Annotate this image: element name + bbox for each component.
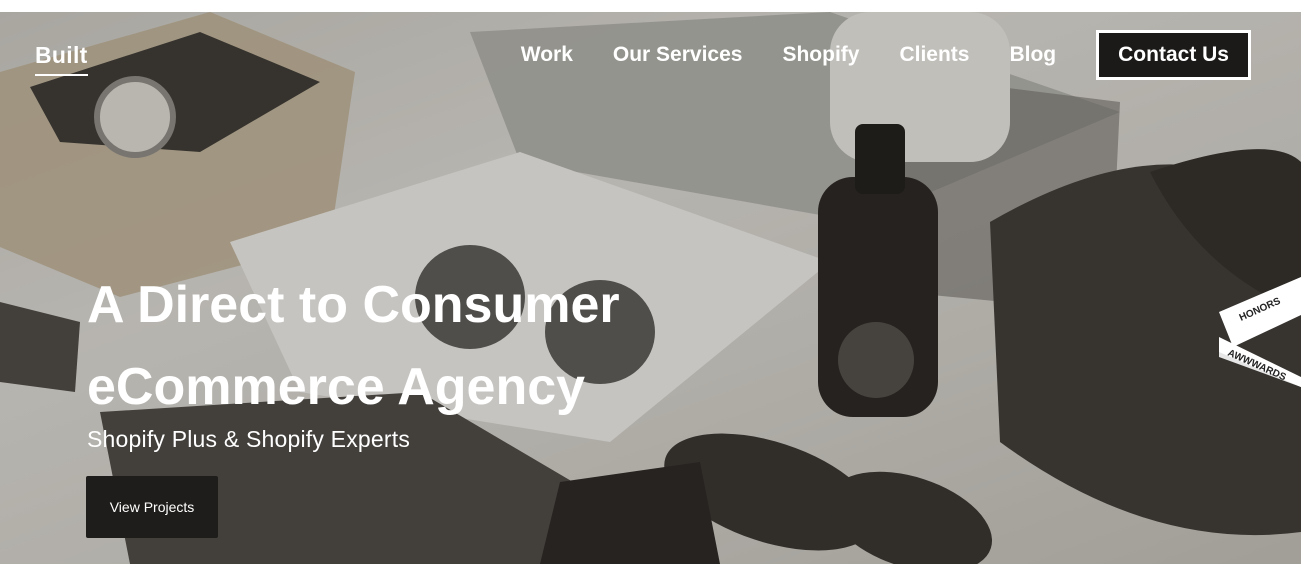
hero-headline: A Direct to Consumer eCommerce Agency [87, 264, 767, 428]
nav-item-clients[interactable]: Clients [899, 43, 969, 67]
hero-headline-line1: A Direct to Consumer [87, 276, 620, 334]
nav-item-work[interactable]: Work [521, 43, 573, 67]
main-nav: Work Our Services Shopify Clients Blog C… [481, 30, 1251, 80]
hero-subheadline: Shopify Plus & Shopify Experts [87, 426, 411, 452]
badge-awwwards-text: AWWWARDS [1226, 348, 1288, 384]
awwwards-honors-badge[interactable]: HONORS AWWWARDS [1219, 277, 1301, 387]
nav-item-our-services[interactable]: Our Services [613, 43, 743, 67]
hero-section: Built Work Our Services Shopify Clients … [0, 12, 1301, 564]
view-projects-button[interactable]: View Projects [86, 476, 218, 538]
logo-link[interactable]: Built [35, 42, 88, 76]
nav-item-blog[interactable]: Blog [1009, 43, 1056, 67]
contact-us-button[interactable]: Contact Us [1096, 30, 1251, 80]
hero-headline-line2: eCommerce Agency [87, 358, 586, 416]
nav-item-shopify[interactable]: Shopify [782, 43, 859, 67]
